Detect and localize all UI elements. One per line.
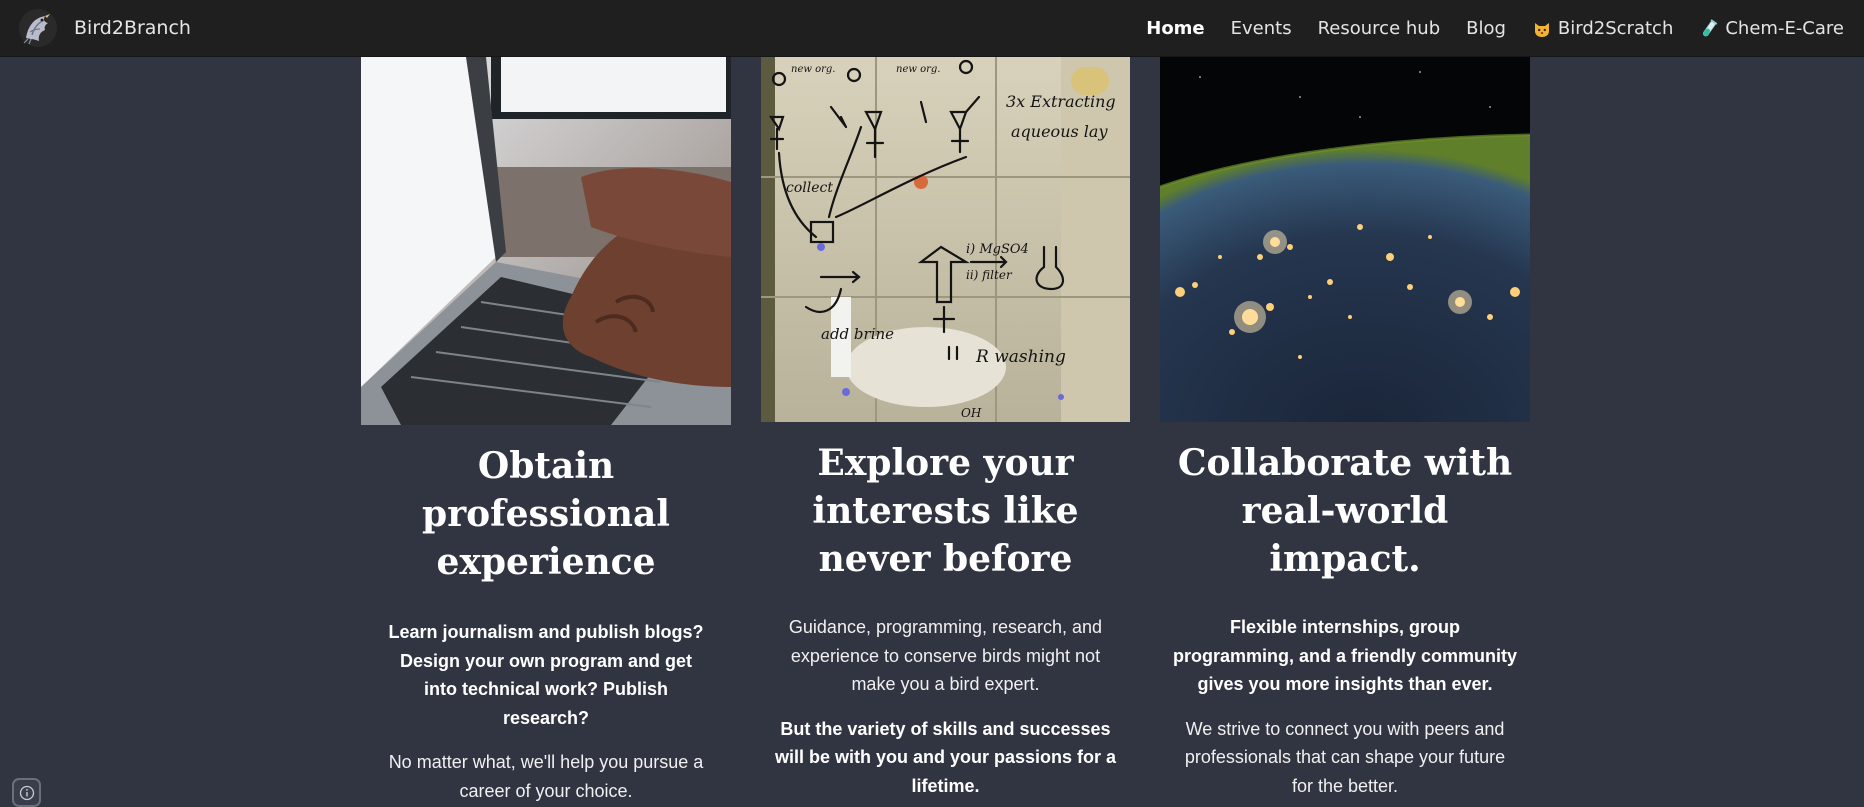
nav-chem-e-care-label: Chem-E-Care (1725, 18, 1844, 39)
feature-card-collaborate: Collaborate with real-world impact. Flex… (1160, 57, 1530, 800)
card-text: No matter what, we'll help you pursue a … (388, 752, 704, 801)
card-title: Explore your interests like never before (812, 442, 1079, 580)
card-text: Guidance, programming, research, and exp… (788, 617, 1103, 694)
card-text: Flexible internships, group programming,… (1172, 617, 1518, 694)
info-button[interactable] (12, 778, 41, 807)
svg-text:aqueous lay: aqueous lay (1011, 122, 1108, 141)
info-icon (19, 785, 34, 800)
nav-blog-label: Blog (1466, 18, 1506, 39)
top-navbar: Bird2Branch Home Events Resource hub Blo… (0, 0, 1864, 57)
svg-text:new org.: new org. (896, 64, 940, 75)
svg-text:ii) filter: ii) filter (966, 268, 1013, 282)
nav-events[interactable]: Events (1231, 18, 1292, 39)
nav-chem-e-care[interactable]: Chem-E-Care (1699, 18, 1844, 39)
cat-face-icon (1534, 22, 1549, 37)
card-title: Collaborate with real-world impact. (1177, 442, 1513, 580)
nav-bird2scratch[interactable]: Bird2Scratch (1532, 18, 1673, 39)
brand-link[interactable]: Bird2Branch (18, 8, 191, 48)
feature-card-interests: 3x Extracting aqueous lay collect i) MgS… (761, 57, 1130, 800)
nav-events-label: Events (1230, 18, 1292, 39)
lab-glass-notes-photo: 3x Extracting aqueous lay collect i) MgS… (761, 57, 1130, 422)
nav-resource-hub[interactable]: Resource hub (1318, 18, 1441, 39)
card-text: Learn journalism and publish blogs? Desi… (388, 622, 704, 728)
svg-text:R washing: R washing (975, 347, 1066, 367)
nav-home[interactable]: Home (1146, 18, 1204, 39)
bird-logo-icon (19, 9, 57, 47)
main-nav: Home Events Resource hub Blog Bird2Scrat… (1120, 0, 1844, 57)
svg-text:i) MgSO4: i) MgSO4 (966, 242, 1029, 257)
feature-card-professional: Obtain professional experience Learn jou… (361, 57, 731, 805)
test-tube-icon (1703, 18, 1718, 36)
laptop-typing-photo (361, 57, 731, 425)
earth-night-lights-photo (1160, 57, 1530, 422)
svg-text:collect: collect (786, 180, 833, 196)
nav-home-label: Home (1146, 18, 1205, 39)
nav-bird2scratch-label: Bird2Scratch (1557, 18, 1674, 39)
card-text: We strive to connect you with peers and … (1184, 718, 1506, 796)
nav-blog[interactable]: Blog (1466, 18, 1506, 39)
svg-text:3x Extracting: 3x Extracting (1006, 92, 1116, 111)
svg-text:add brine: add brine (821, 325, 894, 343)
svg-text:new org.: new org. (791, 64, 835, 75)
nav-resource-hub-label: Resource hub (1317, 18, 1441, 39)
brand-name: Bird2Branch (74, 17, 191, 39)
card-text: But the variety of skills and successes … (774, 718, 1117, 796)
card-title: Obtain professional experience (422, 445, 670, 583)
svg-text:OH: OH (961, 406, 982, 420)
